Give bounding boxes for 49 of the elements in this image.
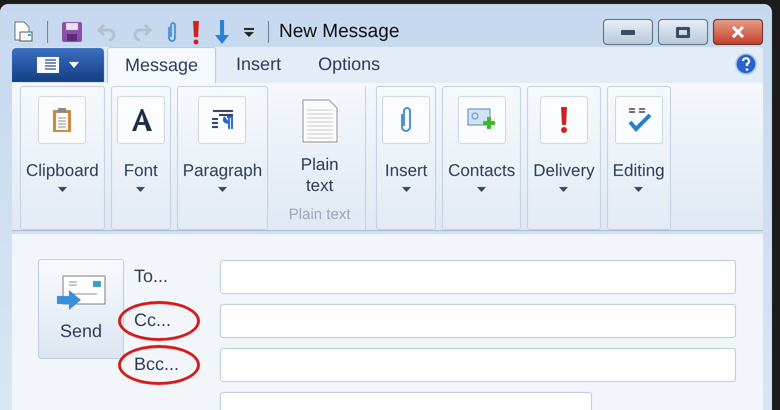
- close-icon: [731, 26, 745, 38]
- paperclip-icon: [399, 106, 414, 134]
- plain-text-button[interactable]: Plain text: [278, 86, 362, 196]
- ribbon-group-button[interactable]: Editing: [606, 86, 671, 230]
- customize-menu-icon[interactable]: [243, 26, 255, 38]
- maximize-button[interactable]: [658, 19, 708, 46]
- caret-icon: [477, 186, 486, 192]
- caret-icon: [634, 186, 644, 192]
- recipient-field[interactable]: [220, 260, 736, 294]
- caret-icon: [69, 62, 79, 68]
- caret-icon: [58, 186, 67, 192]
- minimize-button[interactable]: [603, 19, 653, 46]
- exclamation-icon[interactable]: [191, 19, 201, 46]
- application-menu-button[interactable]: [12, 48, 104, 82]
- menu-icon: [37, 56, 61, 72]
- new-item-icon[interactable]: [12, 20, 34, 44]
- ribbon-group-button[interactable]: Paragraph: [176, 86, 268, 230]
- ribbon-group-button[interactable]: Font: [110, 86, 171, 230]
- recipient-label[interactable]: Cc...: [134, 307, 172, 334]
- ribbon-group-button[interactable]: Delivery: [527, 86, 601, 230]
- ribbon-tab[interactable]: Options: [301, 46, 398, 82]
- ribbon-group-button[interactable]: Contacts: [442, 86, 522, 230]
- recipient-field[interactable]: [220, 304, 736, 338]
- send-button[interactable]: Send: [38, 258, 124, 358]
- caret-icon: [218, 186, 227, 192]
- down-arrow-icon[interactable]: [214, 19, 230, 46]
- recipient-label[interactable]: To...: [134, 263, 168, 290]
- recipient-field[interactable]: [220, 348, 736, 382]
- group-label: Plain text: [288, 205, 350, 225]
- ribbon-tab[interactable]: Insert: [219, 46, 298, 82]
- clipboard-icon: [51, 106, 74, 132]
- minimize-icon: [621, 30, 635, 35]
- caret-icon: [559, 186, 568, 192]
- caret-icon: [402, 186, 411, 192]
- recipient-label[interactable]: Bcc...: [134, 351, 180, 378]
- save-icon[interactable]: [61, 21, 83, 44]
- help-icon[interactable]: [735, 52, 757, 74]
- ribbon-tab[interactable]: Message: [107, 46, 216, 82]
- paragraph-icon: [209, 108, 236, 132]
- document-icon: [300, 98, 339, 144]
- exclamation-icon: [558, 106, 569, 134]
- restore-icon: [676, 26, 690, 38]
- paperclip-icon[interactable]: [166, 20, 178, 44]
- caret-icon: [136, 186, 146, 192]
- ribbon-group-button[interactable]: Insert: [376, 86, 436, 230]
- ribbon-group-button[interactable]: Clipboard: [20, 86, 105, 230]
- window-title: New Message: [279, 20, 400, 44]
- close-button[interactable]: [713, 19, 763, 46]
- envelope-arrow-icon: [55, 274, 107, 312]
